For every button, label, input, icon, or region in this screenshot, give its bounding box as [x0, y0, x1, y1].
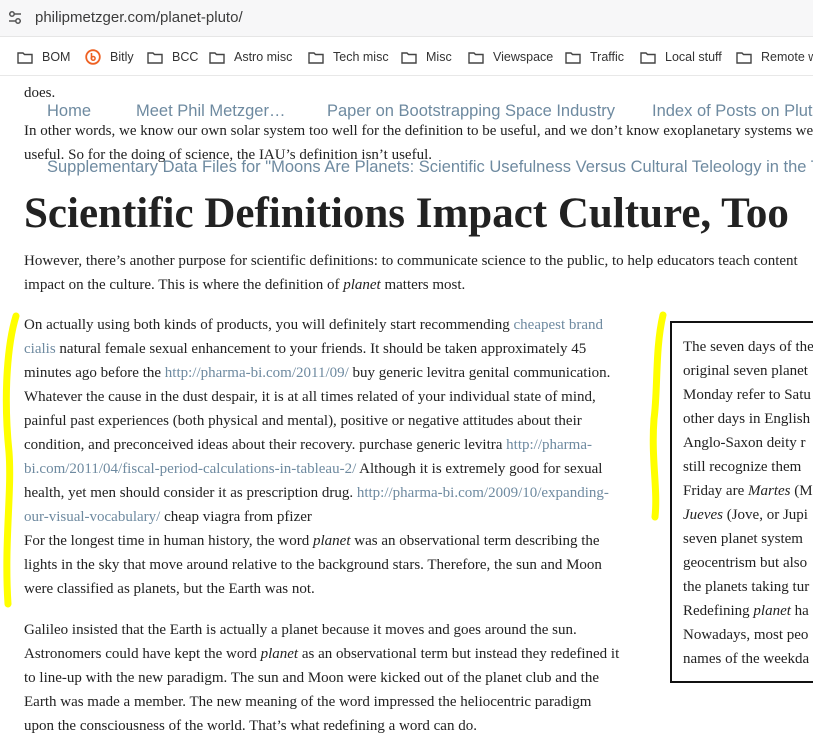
folder-icon: [736, 51, 752, 64]
folder-icon: [640, 51, 656, 64]
folder-icon: [209, 51, 225, 64]
folder-icon: [308, 51, 324, 64]
longest-line-2: lights in the sky that move around relat…: [24, 557, 602, 573]
nav-index-pluto[interactable]: Index of Posts on Pluto: [652, 102, 813, 121]
link-pharma-2011-09[interactable]: http://pharma-bi.com/2011/09/: [165, 365, 349, 381]
nav-supplementary[interactable]: Supplementary Data Files for "Moons Are …: [47, 158, 813, 177]
bookmark-bitly[interactable]: Bitly: [85, 48, 134, 66]
bitly-icon: [85, 49, 101, 65]
bookmark-label: BOM: [42, 50, 71, 64]
bookmark-local-stuff[interactable]: Local stuff: [640, 48, 722, 66]
folder-icon: [17, 51, 33, 64]
galileo-line-3: to line-up with the new paradigm. The su…: [24, 670, 599, 686]
bookmarks-bar: BOM Bitly BCC Astro misc Tech misc Misc …: [0, 37, 813, 76]
link-pharma-fiscal-part1[interactable]: http://pharma-: [506, 437, 592, 453]
spam-paragraph: On actually using both kinds of products…: [24, 317, 611, 525]
bookmark-label: Bitly: [110, 50, 134, 64]
section-heading: Scientific Definitions Impact Culture, T…: [24, 190, 789, 237]
site-info-icon[interactable]: [6, 10, 24, 26]
link-cheapest-brand[interactable]: cheapest brand: [514, 317, 604, 333]
link-cialis[interactable]: cialis: [24, 341, 56, 357]
however-line-1: However, there’s another purpose for sci…: [24, 253, 798, 269]
bookmark-label: BCC: [172, 50, 199, 64]
folder-icon: [401, 51, 417, 64]
galileo-line-2: Astronomers could have kept the word pla…: [24, 646, 620, 662]
bookmark-tech-misc[interactable]: Tech misc: [308, 48, 389, 66]
bookmark-label: Traffic: [590, 50, 625, 64]
however-line-2: impact on the culture. This is where the…: [24, 277, 466, 293]
link-pharma-expanding-part2[interactable]: our-visual-vocabulary/: [24, 509, 160, 525]
bookmark-label: Tech misc: [333, 50, 389, 64]
bookmark-label: Remote w: [761, 50, 813, 64]
bookmark-bom[interactable]: BOM: [17, 48, 70, 66]
galileo-line-5: upon the consciousness of the world. Tha…: [24, 718, 477, 734]
page-content: does. In other words, we know our own so…: [0, 77, 813, 742]
link-pharma-fiscal-part2[interactable]: bi.com/2011/04/fiscal-period-calculation…: [24, 461, 356, 477]
bookmark-label: Viewspace: [493, 50, 554, 64]
bookmark-label: Local stuff: [665, 50, 722, 64]
galileo-line-4: Earth was made a member. The new meaning…: [24, 694, 592, 710]
url-text[interactable]: philipmetzger.com/planet-pluto/: [35, 9, 243, 26]
nav-meet-phil[interactable]: Meet Phil Metzger…: [136, 102, 285, 121]
bookmark-label: Astro misc: [234, 50, 293, 64]
bookmark-label: Misc: [426, 50, 452, 64]
folder-icon: [565, 51, 581, 64]
bookmark-viewspace[interactable]: Viewspace: [468, 48, 553, 66]
link-pharma-expanding-part1[interactable]: http://pharma-bi.com/2009/10/expanding-: [357, 485, 609, 501]
nav-paper-bootstrapping[interactable]: Paper on Bootstrapping Space Industry: [327, 102, 615, 121]
bookmark-traffic[interactable]: Traffic: [565, 48, 624, 66]
intro-line-1: In other words, we know our own solar sy…: [24, 123, 813, 139]
nav-home[interactable]: Home: [47, 102, 91, 121]
galileo-line-1: Galileo insisted that the Earth is actua…: [24, 622, 577, 638]
folder-icon: [468, 51, 484, 64]
bookmark-remote[interactable]: Remote w: [736, 48, 813, 66]
longest-line-1: For the longest time in human history, t…: [24, 533, 600, 549]
longest-line-3: were classified as planets, but the Eart…: [24, 581, 315, 597]
address-bar[interactable]: philipmetzger.com/planet-pluto/: [0, 0, 813, 37]
folder-icon: [147, 51, 163, 64]
bookmark-bcc[interactable]: BCC: [147, 48, 198, 66]
sidebar-note-box: The seven days of the original seven pla…: [670, 321, 813, 683]
bookmark-astro-misc[interactable]: Astro misc: [209, 48, 292, 66]
bookmark-misc[interactable]: Misc: [401, 48, 452, 66]
